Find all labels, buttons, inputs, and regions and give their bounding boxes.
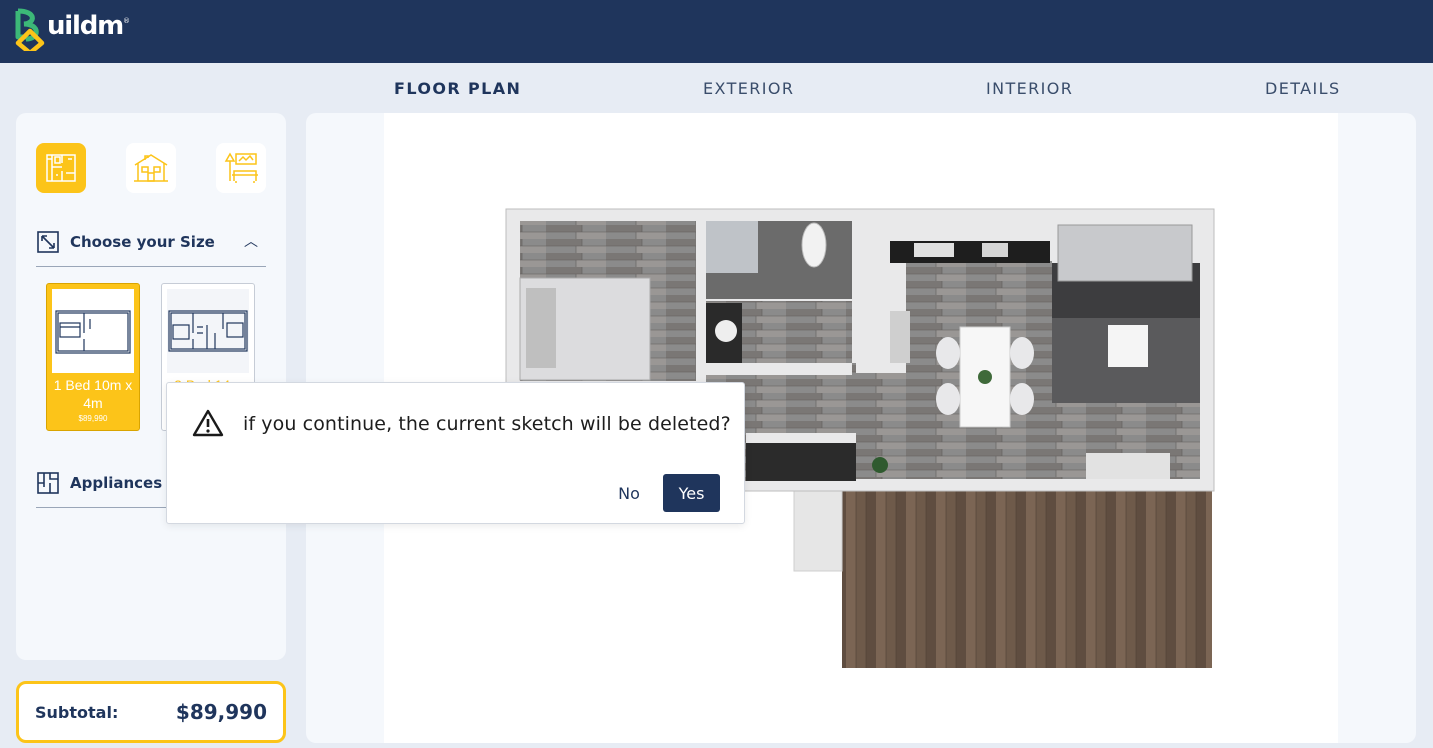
category-exterior-button[interactable] <box>126 143 176 193</box>
buildm-logo-mark <box>15 8 45 51</box>
floor-plan-thumbnail-icon <box>55 310 131 354</box>
tab-details[interactable]: DETAILS <box>1265 79 1341 98</box>
main-tabs: FLOOR PLAN EXTERIOR INTERIOR DETAILS <box>306 63 1416 113</box>
appliances-icon <box>37 471 59 494</box>
size-thumbnail <box>167 289 249 373</box>
chevron-up-icon[interactable]: ︿ <box>244 231 258 251</box>
choose-size-section[interactable]: Choose your Size ︿ <box>36 217 266 267</box>
resize-icon <box>37 230 59 253</box>
confirm-delete-dialog: if you continue, the current sketch will… <box>166 382 745 524</box>
floor-plan-thumbnail-icon <box>168 310 248 352</box>
subtotal-box: Subtotal: $89,990 <box>16 681 286 743</box>
appliances-title: Appliances <box>70 473 163 492</box>
floor-plan-icon <box>46 154 76 182</box>
tab-floor-plan[interactable]: FLOOR PLAN <box>394 79 521 98</box>
top-bar: uildm® <box>0 0 1433 63</box>
interior-living-icon <box>224 152 258 183</box>
no-button[interactable]: No <box>607 474 651 512</box>
size-option-1-bed[interactable]: 1 Bed 10m x 4m $89,990 <box>46 283 140 431</box>
yes-button[interactable]: Yes <box>663 474 720 512</box>
choose-size-title: Choose your Size <box>70 232 215 251</box>
house-exterior-icon <box>134 154 168 182</box>
category-floor-plan-button[interactable] <box>36 143 86 193</box>
warning-icon <box>192 409 224 437</box>
dialog-message: if you continue, the current sketch will… <box>243 413 731 435</box>
buildm-logo[interactable]: uildm® <box>14 6 130 52</box>
subtotal-value: $89,990 <box>175 700 267 724</box>
logo-text: uildm® <box>47 11 130 41</box>
tab-exterior[interactable]: EXTERIOR <box>703 79 794 98</box>
subtotal-label: Subtotal: <box>35 702 119 722</box>
size-option-price: $89,990 <box>78 414 108 423</box>
category-interior-button[interactable] <box>216 143 266 193</box>
size-thumbnail <box>52 289 134 373</box>
tab-interior[interactable]: INTERIOR <box>986 79 1073 98</box>
size-option-label: 1 Bed 10m x 4m <box>53 377 133 411</box>
